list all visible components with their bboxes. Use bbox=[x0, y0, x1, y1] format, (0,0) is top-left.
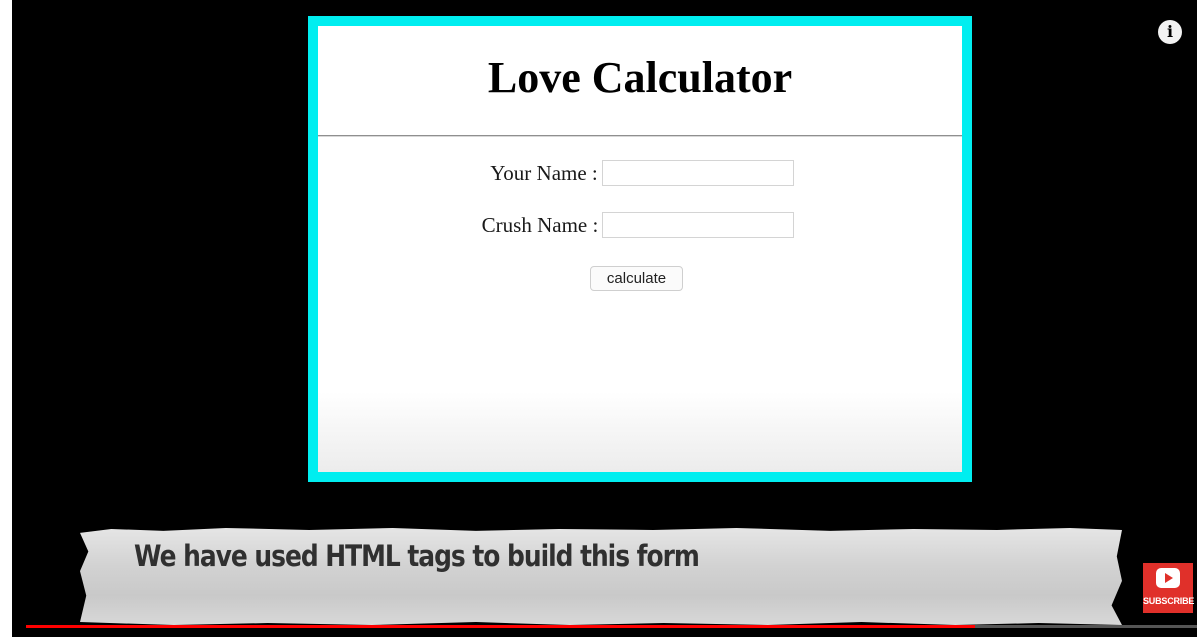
video-player[interactable]: Love Calculator Your Name : Crush Name :… bbox=[12, 0, 1197, 637]
subscribe-button[interactable]: SUBSCRIBE bbox=[1143, 563, 1195, 613]
your-name-input[interactable] bbox=[601, 160, 794, 186]
progress-fill bbox=[26, 625, 975, 628]
calculator-frame: Love Calculator Your Name : Crush Name :… bbox=[308, 16, 972, 482]
youtube-play-icon bbox=[1156, 568, 1180, 588]
crush-name-row: Crush Name : bbox=[316, 212, 960, 238]
title-divider bbox=[318, 135, 962, 137]
your-name-label: Your Name : bbox=[490, 160, 598, 185]
crush-name-input[interactable] bbox=[602, 212, 795, 238]
progress-bar[interactable] bbox=[26, 625, 1197, 628]
your-name-row: Your Name : bbox=[320, 160, 964, 186]
calculate-button[interactable]: calculate bbox=[590, 266, 683, 291]
caption-banner: We have used HTML tags to build this for… bbox=[80, 527, 1122, 625]
calculator-page: Love Calculator Your Name : Crush Name :… bbox=[318, 26, 962, 472]
crush-name-label: Crush Name : bbox=[481, 212, 599, 237]
info-icon[interactable]: i bbox=[1158, 20, 1182, 44]
subscribe-label: SUBSCRIBE bbox=[1143, 596, 1195, 606]
calculator-title: Love Calculator bbox=[487, 53, 793, 102]
caption-text: We have used HTML tags to build this for… bbox=[134, 539, 700, 573]
